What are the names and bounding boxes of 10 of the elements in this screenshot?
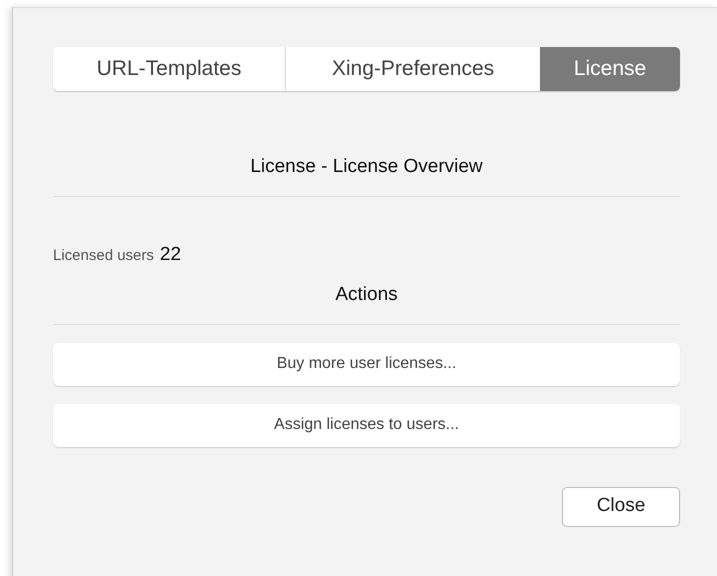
field-label: Licensed users xyxy=(53,246,154,266)
close-button[interactable]: Close xyxy=(562,486,680,526)
tab[interactable]: Xing-Preferences xyxy=(285,47,540,91)
section-heading: License - License Overview xyxy=(249,155,484,179)
field-value: 22 xyxy=(160,242,182,266)
tab[interactable]: License xyxy=(540,47,680,91)
action-button[interactable]: Buy more user licenses... xyxy=(53,342,680,386)
action-button[interactable]: Assign licenses to users... xyxy=(53,404,680,446)
tab[interactable]: URL-Templates xyxy=(53,47,285,91)
section-heading: Actions xyxy=(334,283,399,307)
